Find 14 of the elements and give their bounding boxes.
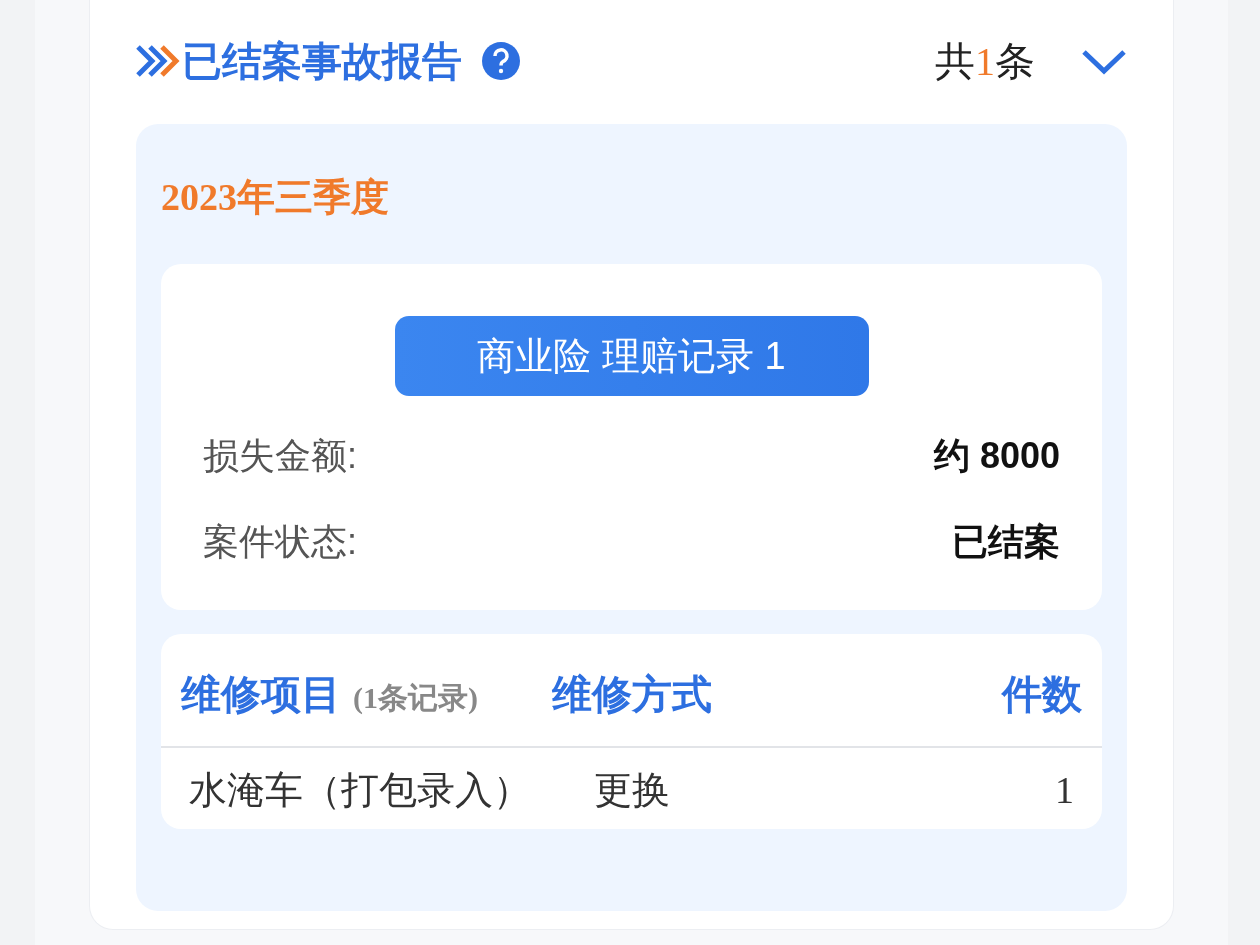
column-header: 维修方式 bbox=[550, 671, 713, 718]
table-cell-text: 更换 bbox=[592, 768, 671, 813]
column-header: 维修项目 (1条记录) bbox=[181, 671, 479, 718]
field-label: 损失金额: bbox=[203, 434, 357, 478]
record-count: 共1条 bbox=[935, 37, 1035, 86]
field-value: 已结案 bbox=[952, 520, 1060, 564]
field-label: 案件状态: bbox=[203, 520, 357, 564]
section-title: 已结案事故报告 bbox=[182, 38, 462, 85]
column-header: 件数 bbox=[1000, 671, 1082, 718]
table-cell-text: 水淹车（打包录入） bbox=[189, 768, 532, 813]
table-cell-text: 1 bbox=[1054, 768, 1074, 813]
claim-record-button[interactable]: 商业险 理赔记录 1 bbox=[394, 316, 869, 396]
period-title: 2023年三季度 bbox=[161, 175, 390, 220]
field-value: 约 8000 bbox=[933, 434, 1060, 478]
